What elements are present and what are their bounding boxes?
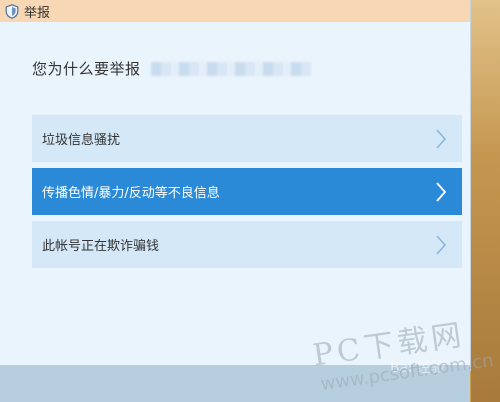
option-label: 垃圾信息骚扰 (42, 133, 121, 148)
dialog-title: 举报 (24, 5, 51, 21)
reason-option-spam[interactable]: 垃圾信息骚扰 (32, 115, 462, 162)
chevron-right-icon (436, 181, 447, 202)
reason-option-harmful-content[interactable]: 传播色情/暴力/反动等不良信息 (32, 168, 462, 215)
blurred-account-name (150, 61, 311, 76)
reason-option-fraud[interactable]: 此帐号正在欺诈骗钱 (32, 221, 462, 268)
chevron-right-icon (436, 234, 447, 255)
dialog-titlebar[interactable]: 举报 (0, 0, 470, 22)
report-reason-list: 垃圾信息骚扰 传播色情/暴力/反动等不良信息 此帐号正在欺诈骗钱 (32, 115, 462, 274)
option-label: 传播色情/暴力/反动等不良信息 (42, 186, 220, 201)
background-desktop-strip (471, 0, 500, 402)
chevron-right-icon (436, 128, 447, 149)
shield-icon (4, 3, 20, 19)
report-dialog: 举报 您为什么要举报 垃圾信息骚扰 传播色情/暴力/反动等不良信息 此帐号正在欺… (0, 0, 471, 371)
question-text: 您为什么要举报 (32, 60, 141, 78)
report-question: 您为什么要举报 (32, 58, 311, 79)
dialog-bottom-bar (0, 365, 470, 402)
option-label: 此帐号正在欺诈骗钱 (42, 239, 160, 254)
